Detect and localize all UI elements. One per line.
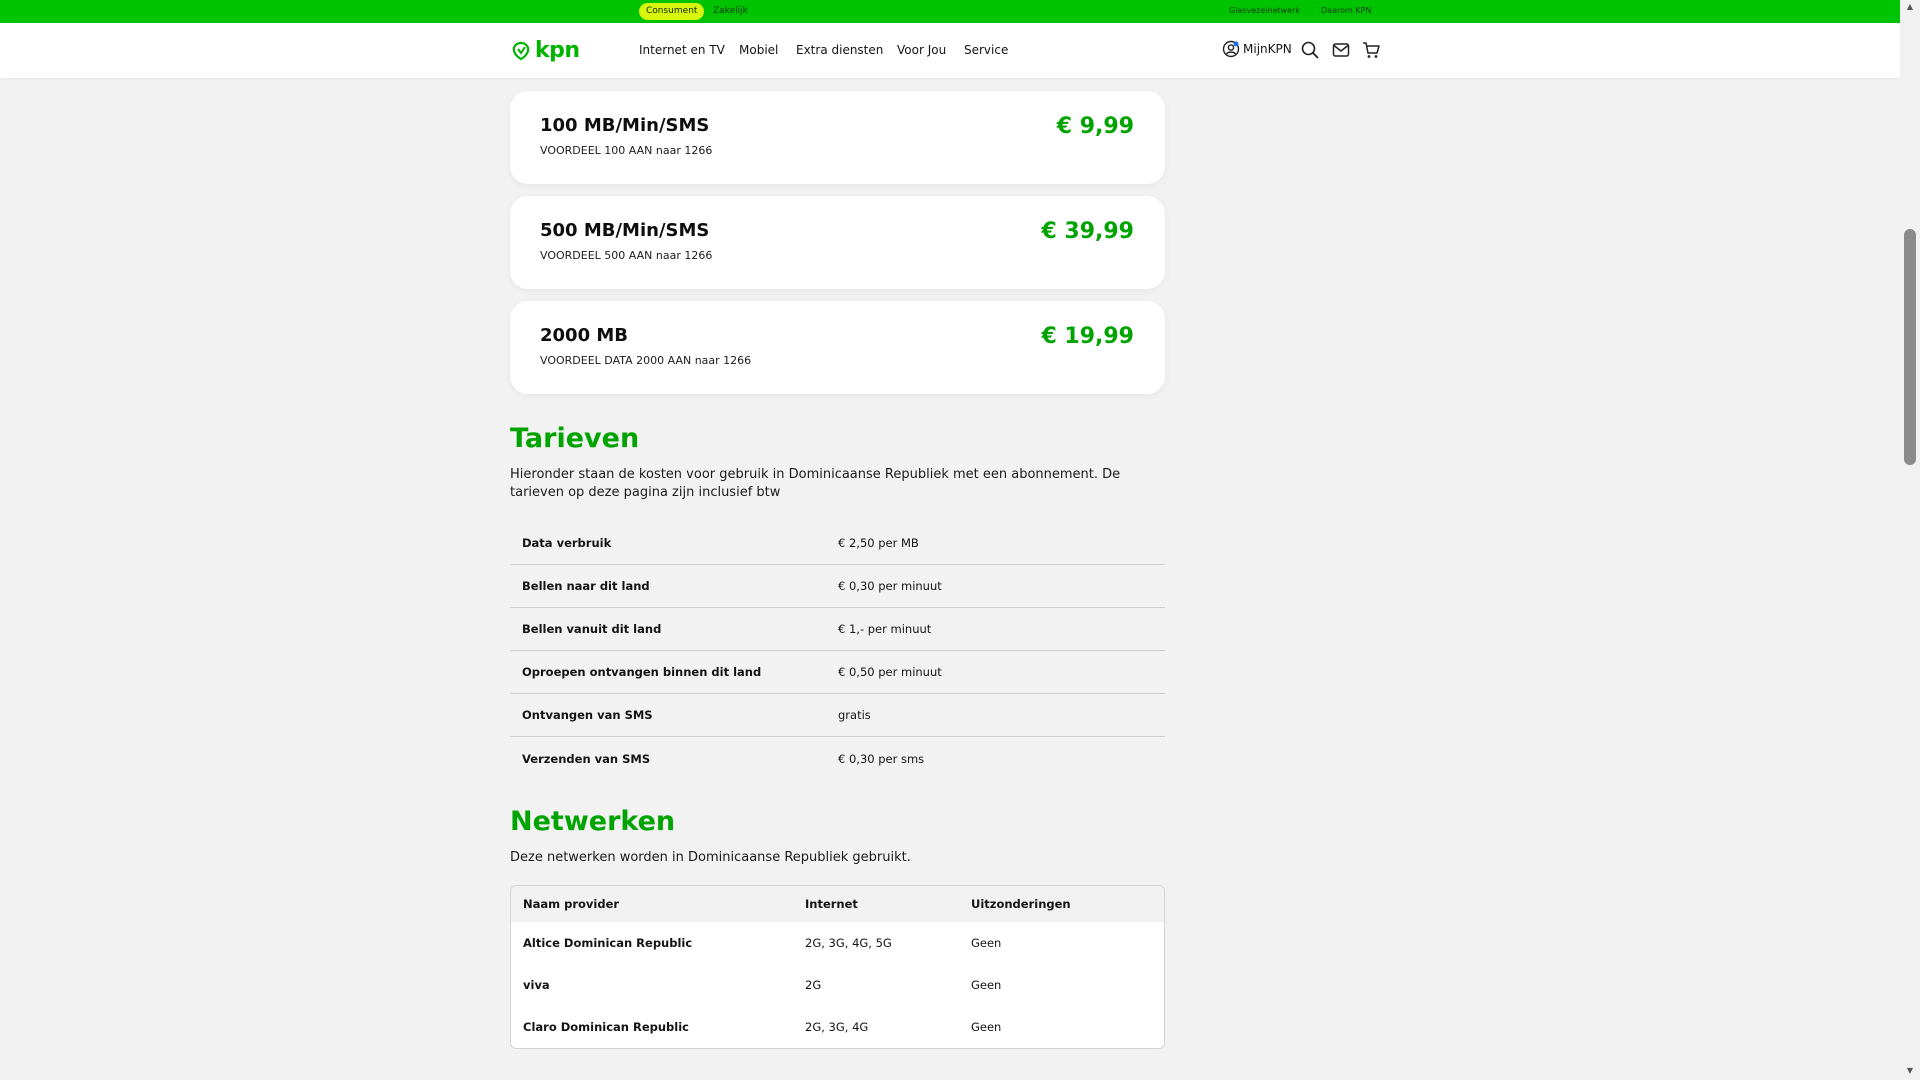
bundle-price: € 19,99 bbox=[1041, 324, 1134, 349]
top-bar: Consument Zakelijk Glasvezelnetwerk Daar… bbox=[0, 0, 1900, 23]
kpn-logo-icon bbox=[512, 41, 530, 60]
segment-zakelijk[interactable]: Zakelijk bbox=[706, 3, 755, 20]
nav-voor-jou[interactable]: Voor Jou bbox=[897, 43, 946, 57]
scroll-up-icon[interactable]: ▲ bbox=[1904, 2, 1916, 12]
provider-internet: 2G, 3G, 4G bbox=[805, 1020, 869, 1034]
provider-exceptions: Geen bbox=[971, 936, 1002, 950]
link-daarom-kpn[interactable]: Daarom KPN bbox=[1321, 6, 1371, 15]
segment-consument[interactable]: Consument bbox=[639, 3, 705, 20]
table-row: Ontvangen van SMS gratis bbox=[510, 694, 1165, 737]
nav-service[interactable]: Service bbox=[964, 43, 1008, 57]
rate-label: Verzenden van SMS bbox=[522, 751, 651, 766]
kpn-logo[interactable]: kpn bbox=[510, 38, 580, 63]
table-row: Data verbruik € 2,50 per MB bbox=[510, 522, 1165, 565]
table-row: Verzenden van SMS € 0,30 per sms bbox=[510, 737, 1165, 780]
mijnkpn-label: MijnKPN bbox=[1243, 42, 1292, 56]
nav-internet-en-tv[interactable]: Internet en TV bbox=[639, 43, 725, 57]
netwerken-intro: Deze netwerken worden in Dominicaanse Re… bbox=[510, 850, 911, 865]
rate-value: € 0,50 per minuut bbox=[838, 665, 942, 679]
main-nav: kpn Internet en TV Mobiel Extra diensten… bbox=[0, 23, 1900, 78]
provider-name: viva bbox=[523, 978, 550, 992]
rate-label: Ontvangen van SMS bbox=[522, 708, 653, 722]
table-row: viva 2G Geen bbox=[511, 964, 1164, 1006]
table-row: Oproepen ontvangen binnen dit land € 0,5… bbox=[510, 651, 1165, 694]
cart-icon[interactable] bbox=[1361, 40, 1381, 60]
bundle-title: 100 MB/Min/SMS bbox=[540, 115, 710, 136]
bundle-card[interactable]: 500 MB/Min/SMS VOORDEEL 500 AAN naar 126… bbox=[510, 196, 1165, 289]
provider-internet: 2G bbox=[805, 978, 822, 992]
rate-value: € 1,- per minuut bbox=[838, 622, 932, 636]
table-row: Bellen vanuit dit land € 1,- per minuut bbox=[510, 608, 1165, 651]
tarieven-intro: Hieronder staan de kosten voor gebruik i… bbox=[510, 467, 1121, 500]
bundle-card[interactable]: 100 MB/Min/SMS VOORDEEL 100 AAN naar 126… bbox=[510, 91, 1165, 184]
rate-label: Bellen naar dit land bbox=[522, 579, 650, 593]
rate-value: € 0,30 per minuut bbox=[838, 579, 942, 593]
column-header: Naam provider bbox=[523, 897, 620, 911]
mijnkpn-link[interactable]: MijnKPN bbox=[1222, 40, 1292, 58]
netwerken-table: Naam provider Internet Uitzonderingen Al… bbox=[510, 885, 1165, 1049]
column-header: Internet bbox=[805, 897, 858, 911]
bundle-price: € 9,99 bbox=[1056, 114, 1134, 139]
bundle-sms-code: VOORDEEL 500 AAN naar 1266 bbox=[540, 249, 713, 262]
bundle-price: € 39,99 bbox=[1041, 219, 1134, 244]
scrollbar-track[interactable] bbox=[1900, 0, 1920, 1080]
logo-text: kpn bbox=[535, 38, 580, 63]
rate-label: Data verbruik bbox=[522, 536, 612, 550]
tarieven-heading: Tarieven bbox=[510, 423, 640, 454]
provider-name: Altice Dominican Republic bbox=[523, 936, 693, 950]
link-glasvezelnetwerk[interactable]: Glasvezelnetwerk bbox=[1229, 6, 1300, 15]
rate-label: Oproepen ontvangen binnen dit land bbox=[522, 665, 762, 679]
bundle-title: 2000 MB bbox=[540, 325, 628, 346]
table-header: Naam provider Internet Uitzonderingen bbox=[511, 886, 1164, 922]
column-header: Uitzonderingen bbox=[971, 897, 1071, 911]
rate-value: € 2,50 per MB bbox=[838, 536, 919, 550]
provider-exceptions: Geen bbox=[971, 978, 1002, 992]
provider-name: Claro Dominican Republic bbox=[523, 1020, 689, 1034]
user-icon bbox=[1222, 40, 1240, 58]
bundle-sms-code: VOORDEEL DATA 2000 AAN naar 1266 bbox=[540, 354, 752, 367]
bundle-title: 500 MB/Min/SMS bbox=[540, 220, 710, 241]
tarieven-table: Data verbruik € 2,50 per MB Bellen naar … bbox=[510, 522, 1165, 780]
search-icon[interactable] bbox=[1300, 40, 1320, 60]
bundle-sms-code: VOORDEEL 100 AAN naar 1266 bbox=[540, 144, 713, 157]
table-row: Altice Dominican Republic 2G, 3G, 4G, 5G… bbox=[511, 922, 1164, 964]
rate-label: Bellen vanuit dit land bbox=[522, 622, 662, 636]
table-row: Bellen naar dit land € 0,30 per minuut bbox=[510, 565, 1165, 608]
netwerken-heading: Netwerken bbox=[510, 806, 676, 837]
rate-value: € 0,30 per sms bbox=[838, 751, 925, 766]
nav-extra-diensten[interactable]: Extra diensten bbox=[796, 43, 883, 57]
table-row: Claro Dominican Republic 2G, 3G, 4G Geen bbox=[511, 1006, 1164, 1048]
provider-internet: 2G, 3G, 4G, 5G bbox=[805, 936, 892, 950]
provider-exceptions: Geen bbox=[971, 1020, 1002, 1034]
rate-value: gratis bbox=[838, 708, 871, 722]
scroll-down-icon[interactable]: ▼ bbox=[1904, 1066, 1916, 1076]
bundle-card[interactable]: 2000 MB VOORDEEL DATA 2000 AAN naar 1266… bbox=[510, 301, 1165, 394]
mail-icon[interactable] bbox=[1331, 40, 1351, 60]
nav-mobiel[interactable]: Mobiel bbox=[739, 43, 778, 57]
scrollbar-thumb[interactable] bbox=[1904, 229, 1916, 465]
